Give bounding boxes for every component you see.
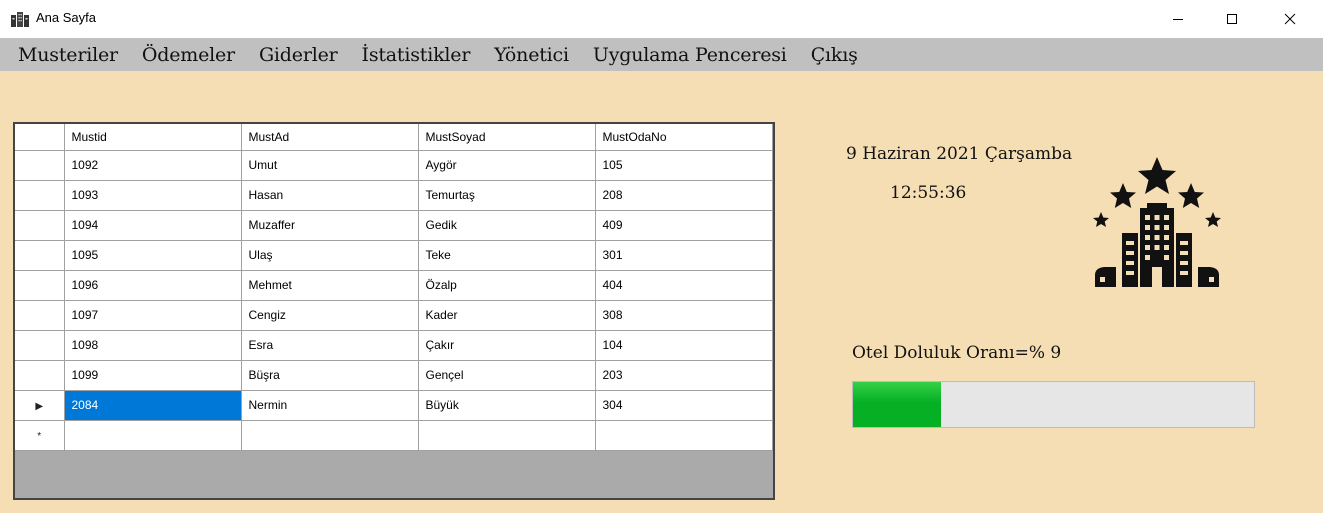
customer-table: Mustid MustAd MustSoyad MustOdaNo 1092 Um…: [15, 124, 773, 451]
occupancy-progress-bar: [852, 381, 1255, 428]
close-button[interactable]: [1265, 0, 1315, 38]
current-row-indicator-icon: ▶: [35, 401, 44, 412]
row-header[interactable]: [15, 180, 65, 211]
cell-mustad[interactable]: Muzaffer: [241, 210, 419, 241]
row-header[interactable]: [15, 270, 65, 301]
cell-mustid[interactable]: 1093: [64, 180, 242, 211]
occupancy-rate-label: Otel Doluluk Oranı=% 9: [852, 343, 1062, 363]
cell-mustid[interactable]: 1092: [64, 150, 242, 181]
cell-mustodano[interactable]: 104: [595, 330, 773, 361]
row-header[interactable]: [15, 330, 65, 361]
cell-mustad[interactable]: Esra: [241, 330, 419, 361]
table-row[interactable]: 1094 Muzaffer Gedik 409: [15, 210, 773, 241]
menu-musteriler[interactable]: Musteriler: [6, 44, 130, 66]
cell-mustad[interactable]: Hasan: [241, 180, 419, 211]
close-icon: [1284, 13, 1296, 25]
cell-mustad[interactable]: Mehmet: [241, 270, 419, 301]
current-date: 9 Haziran 2021 Çarşamba: [846, 144, 1073, 164]
cell-mustsoyad[interactable]: Gedik: [418, 210, 596, 241]
cell-mustodano[interactable]: 304: [595, 390, 773, 421]
cell-mustodano[interactable]: 105: [595, 150, 773, 181]
maximize-button[interactable]: [1207, 0, 1257, 38]
cell-mustid[interactable]: 2084: [64, 390, 242, 421]
cell-mustid[interactable]: 1096: [64, 270, 242, 301]
row-header[interactable]: ▶: [15, 390, 65, 421]
menu-cikis[interactable]: Çıkış: [799, 44, 870, 66]
table-row[interactable]: 1095 Ulaş Teke 301: [15, 240, 773, 271]
new-cell-mustodano[interactable]: [595, 420, 773, 451]
menu-uygulama-penceresi[interactable]: Uygulama Penceresi: [581, 44, 799, 66]
column-header-mustodano[interactable]: MustOdaNo: [595, 124, 773, 151]
table-header-row: Mustid MustAd MustSoyad MustOdaNo: [15, 124, 773, 151]
new-cell-mustsoyad[interactable]: [418, 420, 596, 451]
cell-mustodano[interactable]: 208: [595, 180, 773, 211]
row-header[interactable]: [15, 240, 65, 271]
cell-mustid[interactable]: 1097: [64, 300, 242, 331]
row-header[interactable]: [15, 360, 65, 391]
cell-mustodano[interactable]: 409: [595, 210, 773, 241]
window-title: Ana Sayfa: [36, 10, 96, 25]
column-header-mustid[interactable]: Mustid: [64, 124, 242, 151]
cell-mustad[interactable]: Umut: [241, 150, 419, 181]
cell-mustodano[interactable]: 301: [595, 240, 773, 271]
table-row[interactable]: 1097 Cengiz Kader 308: [15, 300, 773, 331]
cell-mustodano[interactable]: 203: [595, 360, 773, 391]
minimize-icon: [1173, 19, 1183, 20]
cell-mustodano[interactable]: 404: [595, 270, 773, 301]
cell-mustsoyad[interactable]: Teke: [418, 240, 596, 271]
table-row[interactable]: 1092 Umut Aygör 105: [15, 150, 773, 181]
column-header-mustad[interactable]: MustAd: [241, 124, 419, 151]
table-row[interactable]: 1099 Büşra Gençel 203: [15, 360, 773, 391]
table-row[interactable]: 1098 Esra Çakır 104: [15, 330, 773, 361]
new-row[interactable]: *: [15, 420, 773, 451]
row-header[interactable]: *: [15, 420, 65, 451]
menu-odemeler[interactable]: Ödemeler: [130, 44, 247, 66]
new-cell-mustad[interactable]: [241, 420, 419, 451]
title-bar: Ana Sayfa: [0, 0, 1323, 38]
menu-bar: Musteriler Ödemeler Giderler İstatistikl…: [0, 38, 1323, 71]
maximize-icon: [1227, 14, 1237, 24]
cell-mustsoyad[interactable]: Aygör: [418, 150, 596, 181]
new-cell-mustid[interactable]: [64, 420, 242, 451]
hotel-building-icon: [11, 12, 29, 27]
cell-mustsoyad[interactable]: Büyük: [418, 390, 596, 421]
row-header[interactable]: [15, 210, 65, 241]
cell-mustad[interactable]: Büşra: [241, 360, 419, 391]
cell-mustad[interactable]: Nermin: [241, 390, 419, 421]
column-header-mustsoyad[interactable]: MustSoyad: [418, 124, 596, 151]
customer-data-grid[interactable]: Mustid MustAd MustSoyad MustOdaNo 1092 Um…: [13, 122, 775, 500]
table-row[interactable]: 1093 Hasan Temurtaş 208: [15, 180, 773, 211]
table-row[interactable]: ▶ 2084 Nermin Büyük 304: [15, 390, 773, 421]
cell-mustodano[interactable]: 308: [595, 300, 773, 331]
current-time: 12:55:36: [890, 183, 967, 203]
new-row-indicator-icon: *: [37, 431, 42, 442]
minimize-button[interactable]: [1153, 0, 1203, 38]
cell-mustid[interactable]: 1098: [64, 330, 242, 361]
cell-mustad[interactable]: Ulaş: [241, 240, 419, 271]
cell-mustid[interactable]: 1099: [64, 360, 242, 391]
hotel-stars-icon: [1093, 157, 1221, 287]
menu-yonetici[interactable]: Yönetici: [482, 44, 581, 66]
menu-istatistikler[interactable]: İstatistikler: [350, 44, 483, 66]
table-row[interactable]: 1096 Mehmet Özalp 404: [15, 270, 773, 301]
menu-giderler[interactable]: Giderler: [247, 44, 350, 66]
row-header-corner[interactable]: [15, 124, 65, 151]
cell-mustsoyad[interactable]: Kader: [418, 300, 596, 331]
occupancy-progress-fill: [853, 382, 942, 427]
cell-mustsoyad[interactable]: Özalp: [418, 270, 596, 301]
cell-mustsoyad[interactable]: Çakır: [418, 330, 596, 361]
row-header[interactable]: [15, 300, 65, 331]
row-header[interactable]: [15, 150, 65, 181]
cell-mustid[interactable]: 1095: [64, 240, 242, 271]
cell-mustsoyad[interactable]: Gençel: [418, 360, 596, 391]
cell-mustsoyad[interactable]: Temurtaş: [418, 180, 596, 211]
cell-mustid[interactable]: 1094: [64, 210, 242, 241]
cell-mustad[interactable]: Cengiz: [241, 300, 419, 331]
